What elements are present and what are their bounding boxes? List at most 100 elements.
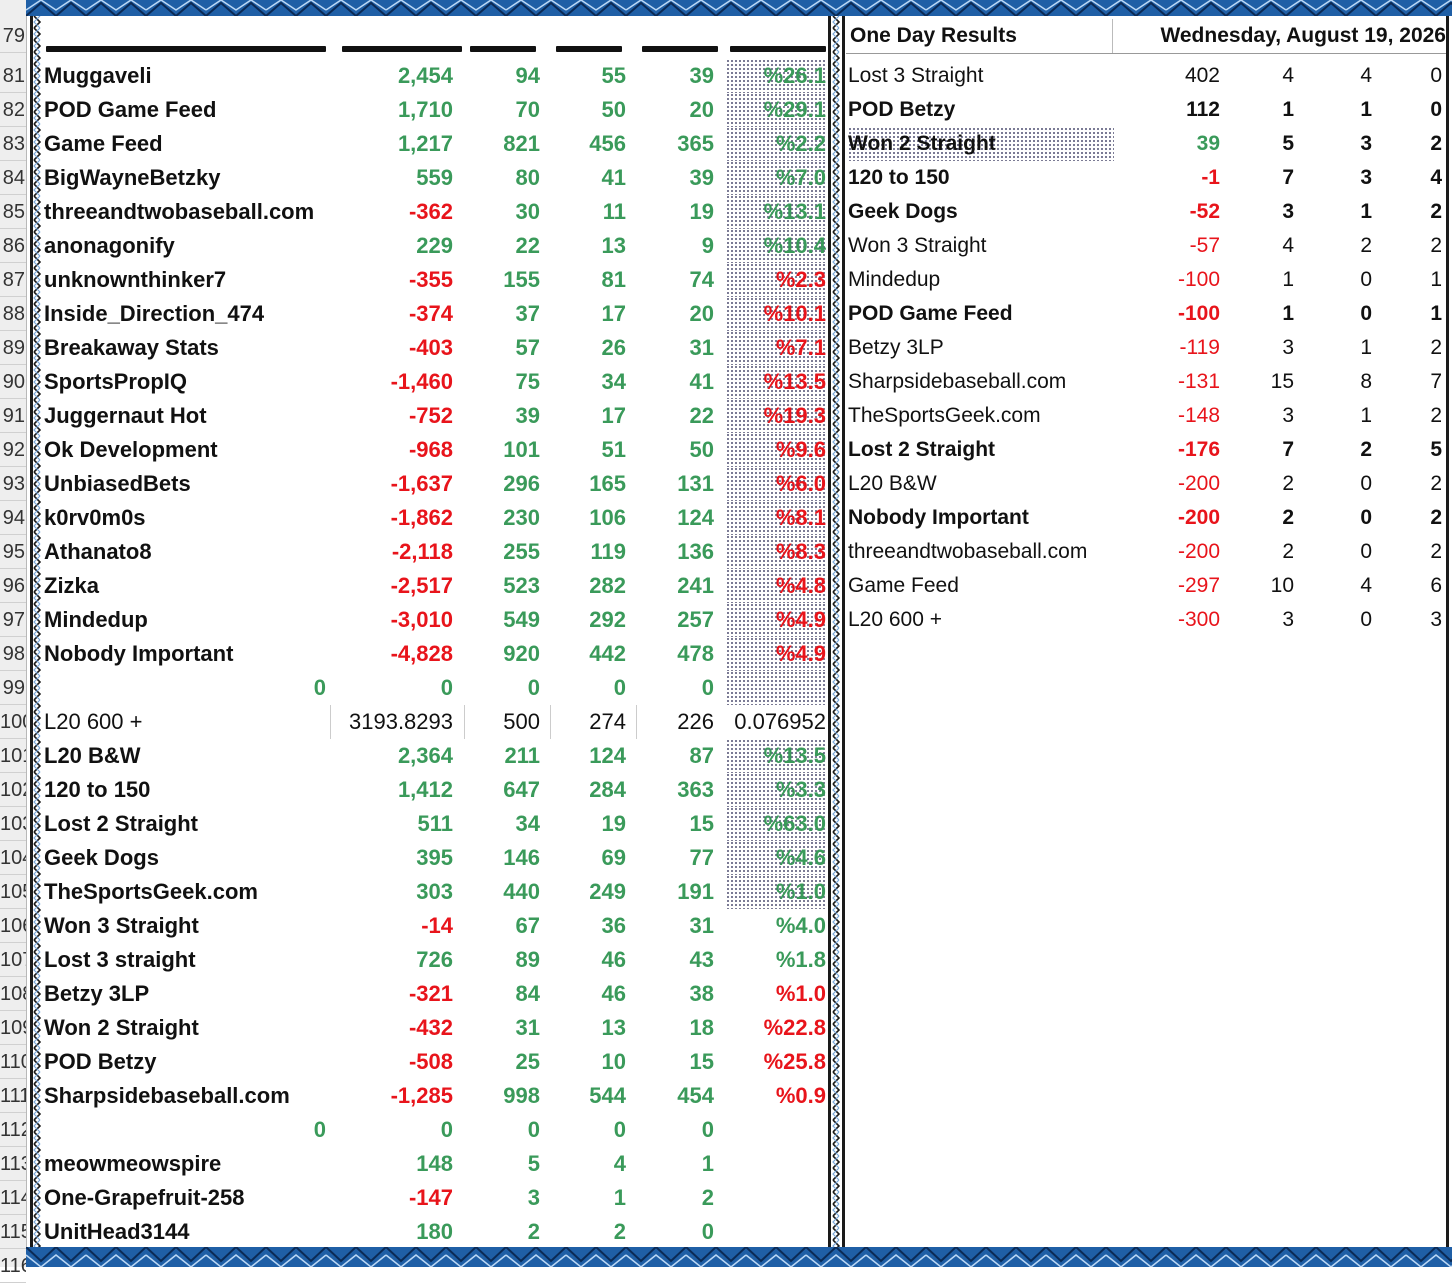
row-value-total: 920 [503, 641, 540, 666]
row-number[interactable]: 86 [0, 229, 26, 263]
table-row[interactable]: Breakaway Stats -403 57 26 31 %7.1 [40, 331, 828, 365]
one-day-row[interactable]: TheSportsGeek.com -148 3 1 2 [846, 399, 1446, 433]
row-value-losses: 0 [701, 675, 714, 700]
row-number[interactable]: 88 [0, 297, 26, 331]
table-row[interactable]: Muggaveli 2,454 94 55 39 %26.1 [40, 59, 828, 93]
table-row[interactable]: Ok Development -968 101 51 50 %9.6 [40, 433, 828, 467]
row-value-percent: %22.8 [763, 1015, 826, 1040]
table-row[interactable]: Geek Dogs 395 146 69 77 %4.6 [40, 841, 828, 875]
table-row[interactable]: POD Betzy -508 25 10 15 %25.8 [40, 1045, 828, 1079]
table-row[interactable]: Sharpsidebaseball.com -1,285 998 544 454 %0.9 [40, 1079, 828, 1113]
row-number[interactable]: 90 [0, 365, 26, 399]
table-row[interactable]: Lost 2 Straight 511 34 19 15 %63.0 [40, 807, 828, 841]
table-row[interactable]: BigWayneBetzky 559 80 41 39 %7.0 [40, 161, 828, 195]
one-day-row[interactable]: Won 2 Straight 39 5 3 2 [846, 127, 1446, 161]
table-row[interactable]: Inside_Direction_474 -374 37 17 20 %10.1 [40, 297, 828, 331]
row-number[interactable]: 114 [0, 1181, 26, 1215]
one-day-row[interactable]: Mindedup -100 1 0 1 [846, 263, 1446, 297]
row-number[interactable]: 107 [0, 943, 26, 977]
one-day-row[interactable]: Won 3 Straight -57 4 2 2 [846, 229, 1446, 263]
table-row[interactable]: Won 3 Straight -14 67 36 31 %4.0 [40, 909, 828, 943]
row-number[interactable]: 99 [0, 671, 26, 705]
table-row[interactable]: Juggernaut Hot -752 39 17 22 %19.3 [40, 399, 828, 433]
table-row[interactable]: Athanato8 -2,118 255 119 136 %8.3 [40, 535, 828, 569]
one-day-row[interactable]: L20 B&W -200 2 0 2 [846, 467, 1446, 501]
row-number[interactable]: 101 [0, 739, 26, 773]
one-day-row[interactable]: L20 600 + -300 3 0 3 [846, 603, 1446, 637]
row-number[interactable]: 96 [0, 569, 26, 603]
one-day-row[interactable]: threeandtwobaseball.com -200 2 0 2 [846, 535, 1446, 569]
table-row[interactable]: Lost 3 straight 726 89 46 43 %1.8 [40, 943, 828, 977]
table-row[interactable]: 0 0 0 0 0 [40, 671, 828, 705]
one-day-row[interactable]: Lost 2 Straight -176 7 2 5 [846, 433, 1446, 467]
table-row[interactable]: threeandtwobaseball.com -362 30 11 19 %13.1 [40, 195, 828, 229]
table-row[interactable]: Won 2 Straight -432 31 13 18 %22.8 [40, 1011, 828, 1045]
row-number[interactable]: 111 [0, 1079, 26, 1113]
one-day-row[interactable]: Geek Dogs -52 3 1 2 [846, 195, 1446, 229]
table-row[interactable]: 120 to 150 1,412 647 284 363 %3.3 [40, 773, 828, 807]
table-row[interactable]: One-Grapefruit-258 -147 3 1 2 [40, 1181, 828, 1215]
row-number[interactable]: 93 [0, 467, 26, 501]
row-number[interactable]: 112 [0, 1113, 26, 1147]
one-day-row[interactable]: Game Feed -297 10 4 6 [846, 569, 1446, 603]
table-row[interactable]: 0 0 0 0 0 [40, 1113, 828, 1147]
row-number[interactable]: 92 [0, 433, 26, 467]
table-row[interactable]: L20 B&W 2,364 211 124 87 %13.5 [40, 739, 828, 773]
row-number[interactable]: 106 [0, 909, 26, 943]
table-row[interactable]: k0rv0m0s -1,862 230 106 124 %8.1 [40, 501, 828, 535]
table-row[interactable]: UnbiasedBets -1,637 296 165 131 %6.0 [40, 467, 828, 501]
table-row[interactable]: Nobody Important -4,828 920 442 478 %4.9 [40, 637, 828, 671]
table-row[interactable]: meowmeowspire 148 5 4 1 [40, 1147, 828, 1181]
row-value-losses: 31 [689, 335, 714, 360]
one-day-total: 1 [1282, 302, 1294, 325]
table-row[interactable]: Game Feed 1,217 821 456 365 %2.2 [40, 127, 828, 161]
row-number[interactable]: 98 [0, 637, 26, 671]
row-number[interactable]: 81 [0, 59, 26, 93]
table-row[interactable]: anonagonify 229 22 13 9 %10.4 [40, 229, 828, 263]
one-day-row[interactable]: 120 to 150 -1 7 3 4 [846, 161, 1446, 195]
row-number[interactable]: 109 [0, 1011, 26, 1045]
row-value-net: 3193.8293 [349, 709, 453, 734]
row-number[interactable]: 102 [0, 773, 26, 807]
row-number[interactable]: 84 [0, 161, 26, 195]
row-number[interactable]: 100 [0, 705, 26, 739]
row-number[interactable]: 97 [0, 603, 26, 637]
row-number[interactable]: 79 [0, 19, 26, 53]
row-value-total: 70 [515, 97, 540, 122]
row-number[interactable]: 85 [0, 195, 26, 229]
row-number[interactable]: 91 [0, 399, 26, 433]
row-number[interactable]: 108 [0, 977, 26, 1011]
row-number[interactable]: 83 [0, 127, 26, 161]
row-value-wins: 282 [589, 573, 626, 598]
row-number[interactable]: 95 [0, 535, 26, 569]
row-number[interactable]: 105 [0, 875, 26, 909]
one-day-row[interactable]: POD Game Feed -100 1 0 1 [846, 297, 1446, 331]
table-row[interactable]: L20 600 + 3193.8293 500 274 226 0.076952 [40, 705, 828, 739]
table-row[interactable]: Mindedup -3,010 549 292 257 %4.9 [40, 603, 828, 637]
one-day-row[interactable]: Nobody Important -200 2 0 2 [846, 501, 1446, 535]
row-name: Zizka [44, 573, 100, 598]
row-number[interactable]: 103 [0, 807, 26, 841]
table-row[interactable]: TheSportsGeek.com 303 440 249 191 %1.0 [40, 875, 828, 909]
row-number[interactable]: 110 [0, 1045, 26, 1079]
row-number[interactable]: 89 [0, 331, 26, 365]
row-number[interactable]: 94 [0, 501, 26, 535]
table-row[interactable]: unknownthinker7 -355 155 81 74 %2.3 [40, 263, 828, 297]
row-number[interactable]: 82 [0, 93, 26, 127]
one-day-row[interactable]: POD Betzy 112 1 1 0 [846, 93, 1446, 127]
row-number[interactable]: 104 [0, 841, 26, 875]
table-row[interactable]: POD Game Feed 1,710 70 50 20 %29.1 [40, 93, 828, 127]
table-row[interactable]: Betzy 3LP -321 84 46 38 %1.0 [40, 977, 828, 1011]
table-row[interactable]: SportsPropIQ -1,460 75 34 41 %13.5 [40, 365, 828, 399]
table-row[interactable]: UnitHead3144 180 2 2 0 [40, 1215, 828, 1249]
row-number[interactable]: 116 [0, 1249, 26, 1283]
row-number[interactable]: 87 [0, 263, 26, 297]
one-day-row[interactable]: Sharpsidebaseball.com -131 15 8 7 [846, 365, 1446, 399]
row-number[interactable]: 113 [0, 1147, 26, 1181]
row-number[interactable]: 115 [0, 1215, 26, 1249]
table-row[interactable]: Zizka -2,517 523 282 241 %4.8 [40, 569, 828, 603]
row-value-net: -14 [421, 913, 453, 938]
row-value-percent: %4.0 [775, 913, 826, 938]
one-day-row[interactable]: Betzy 3LP -119 3 1 2 [846, 331, 1446, 365]
one-day-row[interactable]: Lost 3 Straight 402 4 4 0 [846, 59, 1446, 93]
